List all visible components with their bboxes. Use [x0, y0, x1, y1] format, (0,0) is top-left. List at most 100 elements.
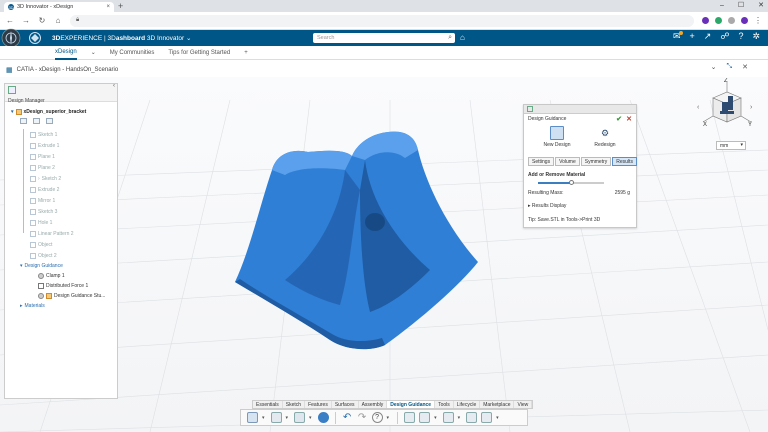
tab-my-communities[interactable]: My Communities — [110, 50, 155, 56]
tree-item[interactable]: Hole 1 — [30, 219, 52, 227]
tab-features[interactable]: Features — [305, 401, 332, 408]
profile-avatar[interactable] — [741, 17, 748, 24]
tab-dropdown-icon[interactable]: ⌄ — [91, 49, 96, 56]
render-tool-icon[interactable] — [442, 412, 454, 423]
tab-surfaces[interactable]: Surfaces — [332, 401, 359, 408]
tree-item[interactable]: › Sketch 2 — [30, 175, 61, 183]
browser-tab[interactable]: 3D 3D Innovator - xDesign × — [4, 2, 114, 12]
reference-icon[interactable] — [20, 118, 27, 124]
design-guidance-tool-icon[interactable] — [247, 412, 258, 423]
expand-chevron-icon[interactable]: ▸ — [20, 303, 23, 309]
new-design-button[interactable]: New Design — [540, 126, 574, 148]
unit-select[interactable]: mm ▾ — [716, 141, 746, 150]
compass-mini-icon[interactable]: ✲ — [752, 31, 760, 42]
tree-filter-icon[interactable] — [8, 86, 16, 94]
check-icon[interactable] — [317, 412, 329, 423]
view-mode-icon[interactable] — [466, 412, 478, 423]
tree-item[interactable]: Sketch 3 — [30, 208, 57, 216]
reload-icon[interactable]: ↻ — [38, 16, 46, 25]
display-options-icon[interactable] — [481, 412, 493, 423]
tag-icon[interactable]: ⌂ — [460, 33, 465, 42]
help-icon[interactable]: ? — [738, 31, 743, 42]
minimize-button[interactable]: – — [720, 0, 724, 12]
redo-icon[interactable]: ↷ — [357, 412, 368, 423]
rotate-right-icon[interactable]: › — [750, 104, 752, 111]
reference-icon[interactable] — [33, 118, 40, 124]
tree-item[interactable]: Clamp 1 — [38, 272, 65, 280]
tab-lifecycle[interactable]: Lifecycle — [454, 401, 481, 408]
clamp-tool-icon[interactable] — [270, 412, 282, 423]
notifications-icon[interactable]: ✉ — [673, 31, 682, 42]
tab-tips[interactable]: Tips for Getting Started — [168, 50, 230, 56]
chevron-down-icon[interactable]: ⌄ — [186, 35, 191, 42]
tab-design-guidance[interactable]: Design Guidance — [387, 401, 436, 408]
collapse-icon[interactable]: ⌄ — [711, 63, 717, 71]
tab-essentials[interactable]: Essentials — [253, 401, 283, 408]
close-window-button[interactable]: ✕ — [758, 0, 764, 12]
tree-item[interactable]: Extrude 2 — [30, 186, 59, 194]
tree-materials[interactable]: ▸ Materials — [20, 302, 45, 310]
chevron-down-icon[interactable]: ▾ — [496, 415, 499, 421]
tree-item[interactable]: Object — [30, 241, 52, 249]
back-arrow-icon[interactable]: ← — [6, 16, 14, 25]
tab-results[interactable]: Results — [612, 157, 637, 166]
chevron-down-icon[interactable]: ▾ — [387, 415, 390, 421]
tab-xdesign[interactable]: xDesign — [55, 46, 77, 60]
view-cube[interactable]: Z X Y — [695, 78, 755, 134]
chevron-down-icon[interactable]: ▾ — [458, 415, 461, 421]
tree-item[interactable]: Distributed Force 1 — [38, 282, 88, 290]
extension-icon[interactable] — [702, 17, 709, 24]
tree-design-guidance[interactable]: ▾ Design Guidance — [20, 262, 63, 270]
tree-item[interactable]: Design Guidance Stu... — [38, 292, 105, 300]
forward-arrow-icon[interactable]: → — [22, 16, 30, 25]
extension-icon[interactable] — [715, 17, 722, 24]
chevron-down-icon[interactable]: ▾ — [262, 415, 265, 421]
share-icon[interactable]: ↗ — [704, 31, 712, 42]
compass-icon[interactable] — [1, 28, 21, 48]
tree-item[interactable]: Extrude 1 — [30, 142, 59, 150]
tab-settings[interactable]: Settings — [528, 157, 555, 166]
redesign-button[interactable]: ⚙ Redesign — [588, 126, 622, 148]
reference-icon[interactable] — [46, 118, 53, 124]
chevron-down-icon[interactable]: ▾ — [434, 415, 437, 421]
cancel-x-icon[interactable]: ✕ — [626, 115, 632, 123]
tree-item[interactable]: Plane 1 — [30, 153, 55, 161]
new-tab-button[interactable]: + — [118, 1, 123, 11]
fullscreen-icon[interactable]: ⤡ — [727, 63, 733, 71]
tree-root[interactable]: ▾ xDesign_superior_bracket — [11, 108, 86, 116]
add-icon[interactable]: + — [690, 31, 695, 42]
tree-item[interactable]: Sketch 1 — [30, 131, 57, 139]
search-icon[interactable]: ⌕ — [448, 34, 452, 42]
tree-item[interactable]: Mirror 1 — [30, 197, 55, 205]
slider-thumb[interactable] — [568, 180, 574, 185]
tree-item[interactable]: Object 2 — [30, 252, 57, 260]
expand-chevron-icon[interactable]: › — [38, 176, 40, 182]
section-tool-icon[interactable] — [419, 412, 431, 423]
ok-check-icon[interactable]: ✔ — [616, 115, 622, 123]
undo-icon[interactable]: ↶ — [342, 412, 353, 423]
tab-view[interactable]: View — [514, 401, 533, 408]
force-tool-icon[interactable] — [294, 412, 306, 423]
tab-marketplace[interactable]: Marketplace — [480, 401, 515, 408]
tab-assembly[interactable]: Assembly — [359, 401, 388, 408]
expand-chevron-icon[interactable]: ▾ — [20, 263, 23, 269]
chevron-down-icon[interactable]: ▾ — [309, 415, 312, 421]
maximize-button[interactable]: ☐ — [738, 0, 744, 12]
menu-dots-icon[interactable]: ⋮ — [754, 16, 762, 25]
add-tab-button[interactable]: + — [244, 50, 248, 56]
tab-volume[interactable]: Volume — [555, 157, 580, 166]
search-input[interactable]: Search ⌕ — [313, 33, 455, 43]
tab-symmetry[interactable]: Symmetry — [580, 157, 612, 166]
expand-chevron-icon[interactable]: ▾ — [11, 109, 14, 115]
tab-close-icon[interactable]: × — [106, 4, 110, 10]
tree-item[interactable]: Plane 2 — [30, 164, 55, 172]
tab-tools[interactable]: Tools — [435, 401, 454, 408]
panel-collapse-icon[interactable]: ‹ — [113, 83, 115, 89]
help-icon[interactable]: ? — [371, 412, 383, 423]
extension-icon[interactable] — [728, 17, 735, 24]
url-input[interactable]: 🔒︎ — [70, 14, 694, 27]
chevron-down-icon[interactable]: ▾ — [286, 415, 289, 421]
community-icon[interactable]: ☍ — [720, 31, 729, 42]
material-slider[interactable] — [538, 180, 604, 185]
rotate-left-icon[interactable]: ‹ — [697, 104, 699, 111]
